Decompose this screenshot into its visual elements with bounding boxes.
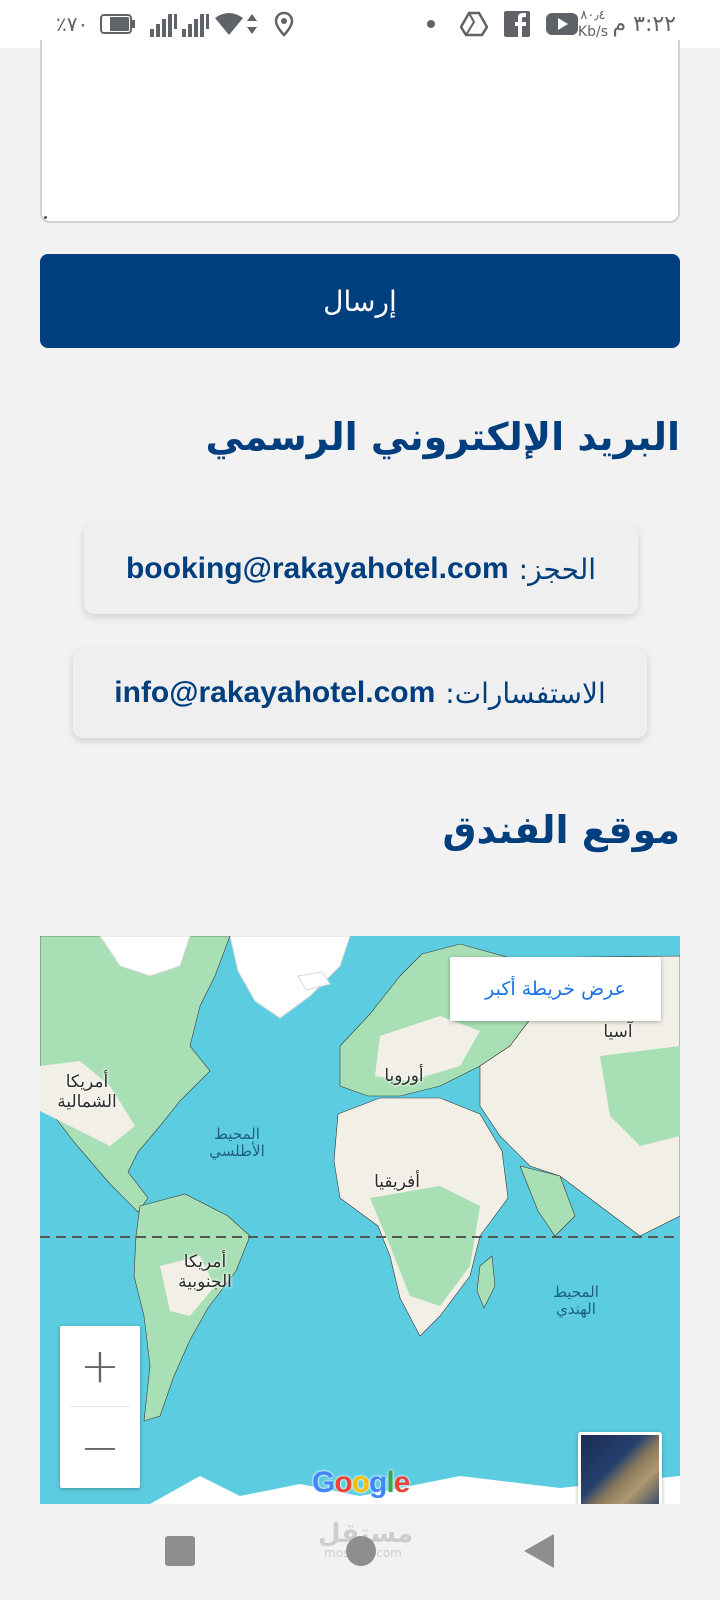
google-logo-letter: l (386, 1466, 394, 1499)
map-label-south-america: أمريكا الجنوبية (178, 1252, 232, 1292)
booking-email-link[interactable]: booking@rakayahotel.com (126, 552, 509, 586)
inquiries-email-card: الاستفسارات: info@rakayahotel.com (73, 648, 647, 738)
navigation-bar: مستقل mostaql.com (0, 1504, 720, 1600)
zoom-controls: + − (60, 1326, 140, 1488)
booking-email-card: الحجز: booking@rakayahotel.com (84, 524, 638, 614)
satellite-view-toggle[interactable] (578, 1432, 662, 1504)
google-logo-letter: o (351, 1466, 370, 1499)
map-label-indian: المحيط الهندي (553, 1283, 599, 1318)
google-logo-letter: o (334, 1466, 352, 1499)
location-section-title: موقع الفندق (442, 808, 681, 852)
zoom-out-button[interactable]: − (60, 1408, 140, 1488)
hotel-map[interactable]: أمريكا الشمالية أمريكا الجنوبية أوروبا أ… (40, 936, 680, 1504)
network-speed-value: ٨٠٫٤ (580, 8, 606, 23)
google-logo-letter: G (312, 1466, 335, 1499)
booking-label: الحجز: (518, 552, 597, 586)
home-button[interactable] (346, 1536, 376, 1566)
map-label-europe: أوروبا (384, 1066, 424, 1086)
inquiries-email-link[interactable]: info@rakayahotel.com (114, 676, 435, 710)
map-label-atlantic: المحيط الأطلسي (209, 1125, 265, 1160)
zoom-divider (70, 1406, 130, 1407)
zoom-in-button[interactable]: + (60, 1326, 140, 1406)
inquiries-label: الاستفسارات: (445, 676, 606, 710)
network-speed-unit: Kb/s (577, 24, 608, 40)
map-label-asia: آسيا (603, 1022, 633, 1042)
view-larger-map-button[interactable]: عرض خريطة أكبر (450, 957, 661, 1021)
send-button[interactable]: إرسال (40, 254, 680, 348)
google-logo: Google (312, 1466, 411, 1500)
message-textarea[interactable] (40, 40, 680, 223)
map-label-north-america: أمريكا الشمالية (57, 1072, 117, 1112)
recent-apps-button[interactable] (165, 1536, 195, 1566)
back-button[interactable] (524, 1534, 554, 1568)
map-label-africa: أفريقيا (374, 1172, 420, 1192)
google-logo-letter: e (393, 1466, 411, 1499)
resize-handle-icon[interactable] (44, 216, 47, 219)
email-section-title: البريد الإلكتروني الرسمي (205, 415, 680, 459)
google-logo-letter: g (369, 1466, 387, 1499)
